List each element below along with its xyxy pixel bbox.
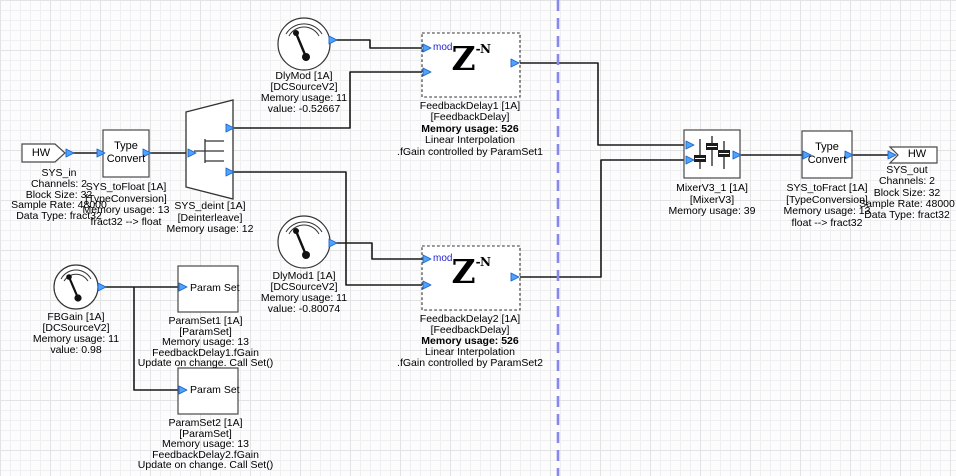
- paramset1-title: Param Set: [190, 282, 238, 295]
- paramset2-captions: ParamSet2 [1A] [ParamSet] Memory usage: …: [118, 418, 293, 471]
- dlymod1-dial-block[interactable]: [278, 216, 330, 268]
- diagram-canvas[interactable]: HW Type Convert mod Z-N mod Z-N Param Se…: [0, 0, 956, 476]
- mixer-block[interactable]: [684, 130, 740, 178]
- deinterleave-captions: SYS_deint [1A] [Deinterleave] Memory usa…: [150, 201, 270, 236]
- typeconvert-out-title: Type Convert: [803, 141, 851, 166]
- dlymod-captions: DlyMod [1A] [DCSourceV2] Memory usage: 1…: [244, 71, 364, 115]
- feedbackdelay1-captions: FeedbackDelay1 [1A] [FeedbackDelay] Memo…: [395, 101, 545, 158]
- feedbackdelay1-z-symbol: Z-N: [444, 39, 498, 78]
- port-dlymod-out[interactable]: [329, 36, 337, 44]
- mixer-captions: MixerV3_1 [1A] [MixerV3] Memory usage: 3…: [652, 183, 772, 218]
- feedbackdelay2-z-symbol: Z-N: [444, 252, 498, 291]
- sys-out-title: HW: [899, 148, 935, 161]
- port-fbgain-out[interactable]: [98, 283, 106, 291]
- feedbackdelay2-captions: FeedbackDelay2 [1A] [FeedbackDelay] Memo…: [395, 314, 545, 369]
- sys-out-captions: SYS_out Channels: 2 Block Size: 32 Sampl…: [850, 165, 956, 221]
- port-sysin-out[interactable]: [66, 149, 74, 157]
- wire-dlymod-to-feedbackdelay1-mod[interactable]: [333, 40, 427, 48]
- dlymod-dial-block[interactable]: [278, 18, 330, 70]
- paramset2-title: Param Set: [190, 384, 238, 397]
- wire-dlymod1-to-feedbackdelay2-mod[interactable]: [333, 243, 427, 259]
- dlymod1-captions: DlyMod1 [1A] [DCSourceV2] Memory usage: …: [244, 271, 364, 315]
- port-dlymod1-out[interactable]: [329, 239, 337, 247]
- sys-in-title: HW: [22, 147, 60, 160]
- wire-feedbackdelay2-to-mixer[interactable]: [515, 160, 690, 277]
- paramset1-captions: ParamSet1 [1A] [ParamSet] Memory usage: …: [118, 316, 293, 369]
- deinterleave-block[interactable]: [186, 100, 233, 199]
- fbgain-dial-block[interactable]: [54, 265, 98, 309]
- typeconvert-in-title: Type Convert: [104, 140, 148, 165]
